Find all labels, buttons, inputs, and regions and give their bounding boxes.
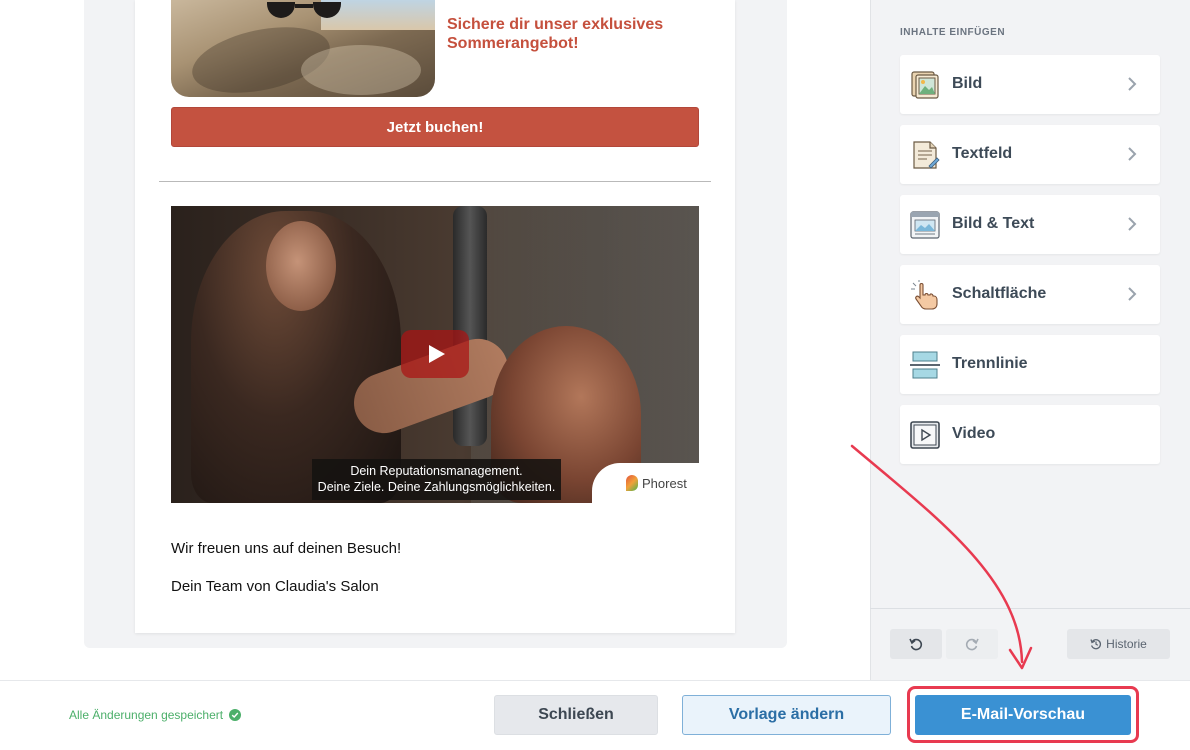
play-triangle xyxy=(429,345,445,363)
undo-icon xyxy=(909,638,923,651)
block-image[interactable]: Bild xyxy=(900,55,1160,114)
text-document-icon xyxy=(913,141,940,169)
block-image-text[interactable]: Bild & Text xyxy=(900,195,1160,254)
save-status: Alle Änderungen gespeichert xyxy=(69,708,242,722)
change-template-button[interactable]: Vorlage ändern xyxy=(682,695,891,735)
close-button[interactable]: Schließen xyxy=(494,695,658,735)
history-label: Historie xyxy=(1106,637,1147,651)
sunglasses-shape xyxy=(267,0,341,20)
video-thumbnail[interactable]: Dein Reputationsmanagement. Deine Ziele.… xyxy=(171,206,699,503)
closing-text-line-2[interactable]: Dein Team von Claudia's Salon xyxy=(171,578,379,595)
check-circle-icon xyxy=(229,709,242,721)
play-icon[interactable] xyxy=(401,330,469,378)
promo-image[interactable] xyxy=(171,0,435,97)
brand-badge: Phorest xyxy=(592,463,699,503)
panel-title: INHALTE EINFÜGEN xyxy=(900,27,1006,38)
history-button[interactable]: Historie xyxy=(1067,629,1170,659)
video-caption-line-1: Dein Reputationsmanagement. xyxy=(350,464,523,478)
closing-text-line-1[interactable]: Wir freuen uns auf deinen Besuch! xyxy=(171,540,401,557)
block-button-label: Schaltfläche xyxy=(952,285,1047,302)
preview-highlight-frame xyxy=(907,686,1139,743)
save-status-text: Alle Änderungen gespeichert xyxy=(69,708,224,722)
book-now-button[interactable]: Jetzt buchen! xyxy=(171,107,699,147)
video-stylist-face xyxy=(266,221,336,311)
block-button[interactable]: Schaltfläche xyxy=(900,265,1160,324)
sunglasses-bridge xyxy=(295,4,313,8)
panel-separator xyxy=(870,608,1190,609)
block-image-label: Bild xyxy=(952,75,983,92)
divider-icon xyxy=(910,351,940,379)
chevron-right-icon xyxy=(1128,147,1137,161)
block-textfield[interactable]: Textfeld xyxy=(900,125,1160,184)
block-video-label: Video xyxy=(952,425,996,442)
chevron-right-icon xyxy=(1128,217,1137,231)
block-textfield-label: Textfeld xyxy=(952,145,1013,162)
email-editor: Sichere dir unser exklusives Sommerangeb… xyxy=(0,0,1190,750)
video-hairdryer xyxy=(453,206,487,446)
image-icon xyxy=(911,71,939,99)
redo-button[interactable] xyxy=(946,629,998,659)
block-video[interactable]: Video xyxy=(900,405,1160,464)
brand-name: Phorest xyxy=(642,475,687,491)
redo-icon xyxy=(965,638,979,651)
image-text-icon xyxy=(910,211,940,239)
pointer-hand-icon xyxy=(911,280,938,310)
chevron-right-icon xyxy=(1128,77,1137,91)
email-divider xyxy=(159,181,711,182)
video-play-icon xyxy=(910,421,940,449)
block-divider[interactable]: Trennlinie xyxy=(900,335,1160,394)
block-image-text-label: Bild & Text xyxy=(952,215,1035,232)
sunglasses-lens-right xyxy=(313,2,341,18)
block-divider-label: Trennlinie xyxy=(952,355,1028,372)
undo-button[interactable] xyxy=(890,629,942,659)
history-icon xyxy=(1090,639,1102,650)
promo-image-sand-highlight xyxy=(301,45,421,95)
sunglasses-lens-left xyxy=(267,2,295,18)
phorest-logo-icon xyxy=(626,475,638,491)
video-caption-line-2: Deine Ziele. Deine Zahlungsmöglichkeiten… xyxy=(317,480,556,494)
video-caption: Dein Reputationsmanagement. Deine Ziele.… xyxy=(312,459,561,500)
promo-title[interactable]: Sichere dir unser exklusives Sommerangeb… xyxy=(447,15,707,53)
chevron-right-icon xyxy=(1128,287,1137,301)
